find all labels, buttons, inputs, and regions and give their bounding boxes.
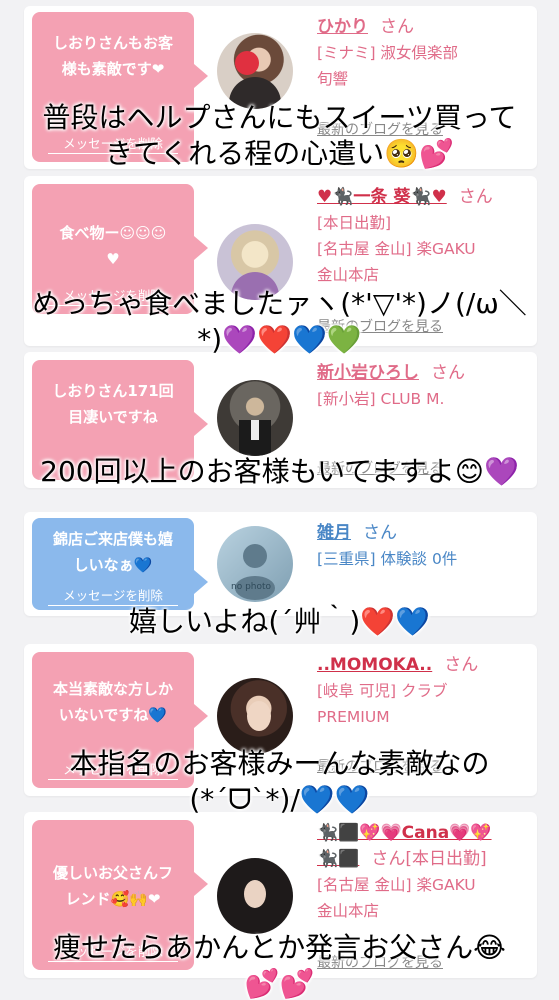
cast-info: ♥🐈‍⬛一条 葵🐈‍⬛♥ さん [本日出勤] [名古屋 金山] 楽GAKU 金山本… <box>317 184 529 288</box>
message-text: 食べ物ー☺☺☺ ♥ <box>59 224 167 268</box>
photo-avatar-icon <box>244 880 266 908</box>
cast-name-link[interactable]: ..MOMOKA.. <box>317 655 432 675</box>
honorific: さん[本日出勤] <box>371 849 487 869</box>
honorific: さん <box>363 523 397 543</box>
cast-info: 新小岩ひろし さん [新小岩] CLUB M. <box>317 360 529 412</box>
cast-info: 雑月 さん [三重県] 体験談 0件 <box>317 520 529 572</box>
cast-shop[interactable]: [新小岩] CLUB M. <box>317 386 529 412</box>
avatar[interactable] <box>217 33 293 109</box>
avatar[interactable] <box>217 858 293 934</box>
photo-avatar-icon <box>247 701 271 731</box>
cast-shop[interactable]: [三重県] 体験談 0件 <box>317 546 529 572</box>
cast-shop[interactable]: [名古屋 金山] 楽GAKU 金山本店 <box>317 872 529 924</box>
overlay-caption: 200回以上のお客様もいてますよ😊💜 <box>40 455 519 488</box>
overlay-caption: めっちゃ食べましたァヽ(*'▽'*)ノ(/ω＼ *)💜❤️💙💚 <box>32 287 527 356</box>
avatar[interactable] <box>217 380 293 456</box>
honorific: さん <box>444 655 479 675</box>
message-text: 本当素敵な方しか いないですね💙 <box>52 680 173 724</box>
honorific: さん <box>380 17 414 37</box>
cast-shop[interactable]: [本日出勤] [名古屋 金山] 楽GAKU 金山本店 <box>317 210 529 288</box>
cast-name-link[interactable]: 雑月 <box>317 523 351 543</box>
cast-info: ..MOMOKA.. さん [岐阜 可児] クラブ PREMIUM <box>317 652 529 730</box>
avatar[interactable] <box>217 678 293 754</box>
cast-name-link-line2[interactable]: 🐈‍⬛⬛ <box>317 849 359 869</box>
photo-avatar-icon <box>229 51 281 109</box>
overlay-caption: 嬉しいよね(´艸｀)❤️💙 <box>128 605 430 638</box>
photo-avatar-icon <box>239 420 271 456</box>
overlay-caption: 痩せたらあかんとか発言お父さん😂 💕💕 <box>53 931 506 1000</box>
cast-name-link[interactable]: ひかり <box>317 17 368 37</box>
message-text: 錦店ご来店僕も嬉 しいなぁ💙 <box>52 530 173 574</box>
cast-shop[interactable]: [岐阜 可児] クラブ PREMIUM <box>317 678 529 730</box>
overlay-caption: 普段はヘルプさんにもスイーツ買って きてくれる程の心遣い🥺💕 <box>42 101 517 170</box>
cast-shop[interactable]: [ミナミ] 淑女倶楽部 旬響 <box>317 40 529 92</box>
cast-info: ひかり さん [ミナミ] 淑女倶楽部 旬響 <box>317 14 529 92</box>
message-text: しおりさん171回 目凄いですね <box>52 382 174 426</box>
no-photo-label: no photo <box>231 582 272 592</box>
honorific: さん <box>431 363 465 383</box>
cast-name-link[interactable]: ♥🐈‍⬛一条 葵🐈‍⬛♥ <box>317 187 447 207</box>
cast-info: 🐈‍⬛⬛💖💗Cana💗💖 🐈‍⬛⬛ さん[本日出勤] [名古屋 金山] 楽GAKU… <box>317 820 529 924</box>
overlay-caption: 本指名のお客様みーんな素敵なの (*´ᗜ`*)/💙💙 <box>69 747 490 816</box>
message-text: 優しいお父さんフ レンド🥰🙌❤ <box>52 864 173 908</box>
cast-name-link[interactable]: 🐈‍⬛⬛💖💗Cana💗💖 <box>317 823 492 843</box>
avatar[interactable]: no photo <box>217 526 293 602</box>
message-card: 錦店ご来店僕も嬉 しいなぁ💙 メッセージを削除 no photo 雑月 さん [三… <box>24 512 537 616</box>
message-bubble: 錦店ご来店僕も嬉 しいなぁ💙 メッセージを削除 <box>32 518 208 610</box>
cast-name-link[interactable]: 新小岩ひろし <box>317 363 419 383</box>
delete-message-link[interactable]: メッセージを削除 <box>48 585 178 606</box>
honorific: さん <box>458 187 493 207</box>
message-text: しおりさんもお客 様も素敵です❤ <box>52 34 173 78</box>
